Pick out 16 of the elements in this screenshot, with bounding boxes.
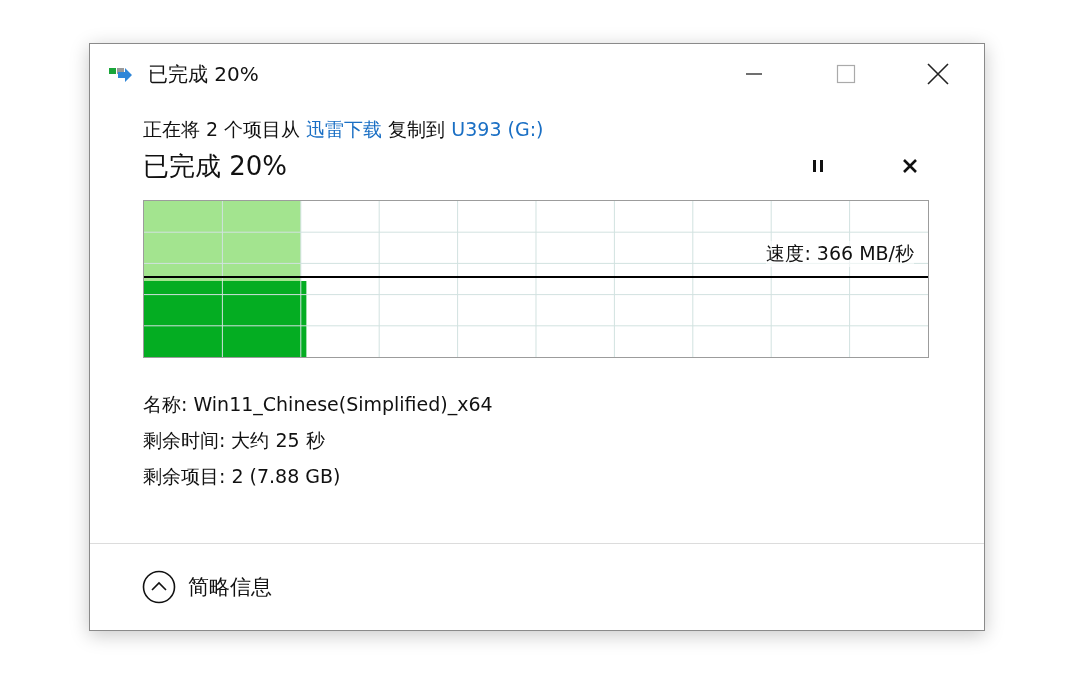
copy-description: 正在将 2 个项目从 迅雷下载 复制到 U393 (G:) [143,117,545,142]
detail-line: 剩余项目: 2 (7.88 GB) [143,464,342,489]
copy-files-icon [108,65,134,83]
minimize-icon [746,73,762,75]
window-title: 已完成 20% [148,60,259,88]
progress-heading: 已完成 20% [143,149,288,183]
detail-line: 名称: Win11_Chinese(Simplified)_x64 [143,392,494,418]
close-icon [902,158,918,174]
folder-link[interactable]: U393 (G:) [451,118,544,140]
pause-icon [810,158,826,174]
details-toggle[interactable]: 简略信息 [142,570,272,604]
folder-link[interactable]: 迅雷下载 [306,118,383,140]
close-icon [927,63,949,85]
maximize-icon [836,64,856,84]
speed-label: 速度: 366 MB/秒 [766,241,914,267]
detail-line: 剩余时间: 大约 25 秒 [143,428,326,453]
